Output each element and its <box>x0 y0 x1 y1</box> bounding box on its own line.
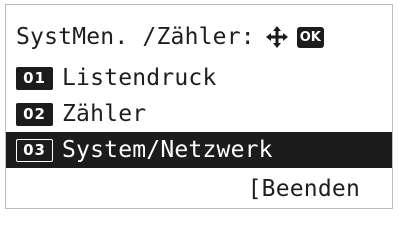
menu-item-number: 03 <box>16 138 53 162</box>
menu-item-listendruck[interactable]: 01 Listendruck <box>6 60 392 96</box>
menu-item-number: 02 <box>16 102 53 126</box>
menu-item-label: Listendruck <box>62 65 217 91</box>
menu-item-label: System/Netzwerk <box>62 137 273 163</box>
menu-item-zaehler[interactable]: 02 Zähler <box>6 96 392 132</box>
menu-title: SystMen. /Zähler: <box>16 24 255 50</box>
menu-title-bar: SystMen. /Zähler: OK <box>6 19 392 55</box>
menu-item-label: Zähler <box>62 101 147 127</box>
ok-key-icon: OK <box>296 26 324 48</box>
menu-item-system-netzwerk[interactable]: 03 System/Netzwerk <box>6 132 392 168</box>
four-way-arrow-icon <box>265 26 288 48</box>
menu-item-number: 01 <box>16 66 53 90</box>
exit-softkey-label: [Beenden <box>247 176 360 202</box>
lcd-panel: SystMen. /Zähler: OK 01 Listendruck 02 Z… <box>5 4 393 209</box>
exit-softkey[interactable]: [Beenden <box>6 171 392 207</box>
